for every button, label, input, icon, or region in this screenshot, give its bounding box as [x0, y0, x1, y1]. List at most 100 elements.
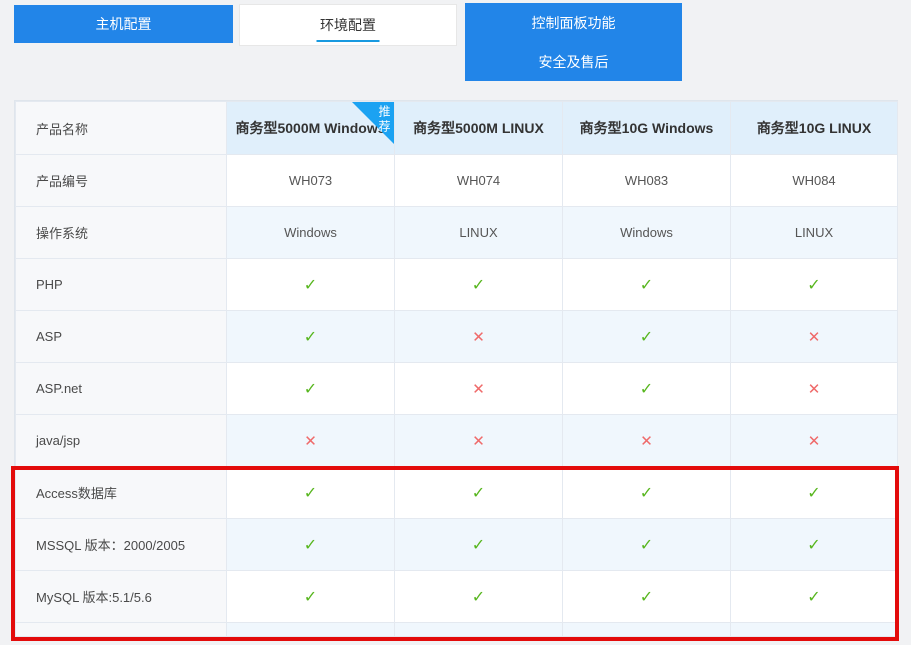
row-label: 产品编号	[16, 155, 227, 207]
check-icon: ✓	[472, 537, 485, 554]
row-label: java/jsp	[16, 415, 227, 467]
table-row: MSSQL 版本：2000/2005 ✓ ✓ ✓ ✓	[16, 519, 898, 571]
cross-icon: ✕	[640, 433, 653, 450]
feature-cell: ✕	[731, 415, 898, 467]
check-icon: ✓	[807, 589, 820, 606]
row-label: ASP.net	[16, 363, 227, 415]
check-icon: ✓	[304, 537, 317, 554]
feature-cell: ✓	[227, 259, 395, 311]
feature-cell: ✓	[731, 571, 898, 623]
column-header-plan-5000m-windows: 商务型5000M Windows 推荐	[227, 102, 395, 155]
check-icon: ✓	[807, 537, 820, 554]
feature-cell: ✓	[563, 519, 731, 571]
table-row: PHP ✓ ✓ ✓ ✓	[16, 259, 898, 311]
tab-host-config[interactable]: 主机配置	[14, 5, 233, 43]
check-icon: ✓	[304, 381, 317, 398]
table-row: ASP ✓ ✕ ✓ ✕	[16, 311, 898, 363]
tab-security-aftersales[interactable]: 安全及售后	[539, 42, 609, 81]
feature-cell: ✓	[395, 467, 563, 519]
row-label: PHP	[16, 259, 227, 311]
value-cell	[563, 623, 731, 637]
feature-cell: ✓	[227, 467, 395, 519]
cross-icon: ✕	[472, 381, 485, 398]
row-label	[16, 623, 227, 637]
cross-icon: ✕	[808, 433, 821, 450]
feature-cell: ✓	[227, 311, 395, 363]
column-header-plan-10g-linux: 商务型10G LINUX	[731, 102, 898, 155]
feature-cell: ✓	[227, 571, 395, 623]
check-icon: ✓	[304, 589, 317, 606]
feature-cell: ✓	[731, 467, 898, 519]
table-row: 操作系统WindowsLINUXWindowsLINUX	[16, 207, 898, 259]
column-header-plan-5000m-linux: 商务型5000M LINUX	[395, 102, 563, 155]
feature-cell: ✕	[395, 311, 563, 363]
tab-control-panel-label: 控制面板功能	[532, 13, 616, 33]
tab-group-right: 控制面板功能 安全及售后	[465, 3, 682, 81]
row-label: 操作系统	[16, 207, 227, 259]
comparison-table: 产品名称 商务型5000M Windows 推荐 商务型5000M LINUX …	[15, 101, 898, 637]
feature-cell: ✓	[395, 519, 563, 571]
check-icon: ✓	[807, 485, 820, 502]
table-row: java/jsp ✕ ✕ ✕ ✕	[16, 415, 898, 467]
row-label: MySQL 版本:5.1/5.6	[16, 571, 227, 623]
value-cell: WH074	[395, 155, 563, 207]
feature-cell: ✓	[227, 519, 395, 571]
column-header-plan-10g-windows: 商务型10G Windows	[563, 102, 731, 155]
tab-env-config[interactable]: 环境配置	[239, 4, 457, 46]
cross-icon: ✕	[304, 433, 317, 450]
feature-cell: ✕	[395, 415, 563, 467]
check-icon: ✓	[472, 485, 485, 502]
feature-cell: ✓	[563, 311, 731, 363]
value-cell: WH083	[563, 155, 731, 207]
tab-host-config-label: 主机配置	[96, 14, 152, 34]
plan-name: 商务型5000M Windows	[235, 120, 385, 136]
value-cell	[227, 623, 395, 637]
feature-cell: ✓	[395, 571, 563, 623]
feature-cell: ✕	[227, 415, 395, 467]
check-icon: ✓	[304, 277, 317, 294]
cross-icon: ✕	[808, 329, 821, 346]
check-icon: ✓	[807, 277, 820, 294]
feature-cell: ✓	[731, 259, 898, 311]
feature-cell: ✓	[227, 363, 395, 415]
feature-cell: ✓	[563, 363, 731, 415]
check-icon: ✓	[640, 277, 653, 294]
feature-cell: ✓	[563, 571, 731, 623]
row-label: MSSQL 版本：2000/2005	[16, 519, 227, 571]
feature-cell: ✕	[563, 415, 731, 467]
cross-icon: ✕	[472, 433, 485, 450]
table-row: ASP.net ✓ ✕ ✓ ✕	[16, 363, 898, 415]
value-cell	[395, 623, 563, 637]
check-icon: ✓	[640, 485, 653, 502]
row-label: ASP	[16, 311, 227, 363]
check-icon: ✓	[304, 485, 317, 502]
value-cell: LINUX	[395, 207, 563, 259]
table-body: 产品编号WH073WH074WH083WH084操作系统WindowsLINUX…	[16, 155, 898, 637]
check-icon: ✓	[304, 329, 317, 346]
table-row: 产品编号WH073WH074WH083WH084	[16, 155, 898, 207]
feature-cell: ✓	[395, 259, 563, 311]
cross-icon: ✕	[472, 329, 485, 346]
value-cell	[731, 623, 898, 637]
feature-cell: ✕	[731, 311, 898, 363]
table-row: MySQL 版本:5.1/5.6 ✓ ✓ ✓ ✓	[16, 571, 898, 623]
check-icon: ✓	[640, 381, 653, 398]
value-cell: LINUX	[731, 207, 898, 259]
value-cell: Windows	[563, 207, 731, 259]
value-cell: Windows	[227, 207, 395, 259]
feature-cell: ✓	[563, 259, 731, 311]
value-cell: WH073	[227, 155, 395, 207]
feature-cell: ✕	[731, 363, 898, 415]
feature-cell: ✓	[563, 467, 731, 519]
check-icon: ✓	[472, 589, 485, 606]
comparison-table-container: 产品名称 商务型5000M Windows 推荐 商务型5000M LINUX …	[14, 100, 898, 638]
column-header-product-name: 产品名称	[16, 102, 227, 155]
feature-cell: ✓	[731, 519, 898, 571]
cross-icon: ✕	[808, 381, 821, 398]
check-icon: ✓	[640, 589, 653, 606]
partial-row	[16, 623, 898, 637]
check-icon: ✓	[640, 329, 653, 346]
tab-control-panel[interactable]: 控制面板功能	[532, 3, 616, 42]
tab-security-aftersales-label: 安全及售后	[539, 52, 609, 72]
value-cell: WH084	[731, 155, 898, 207]
